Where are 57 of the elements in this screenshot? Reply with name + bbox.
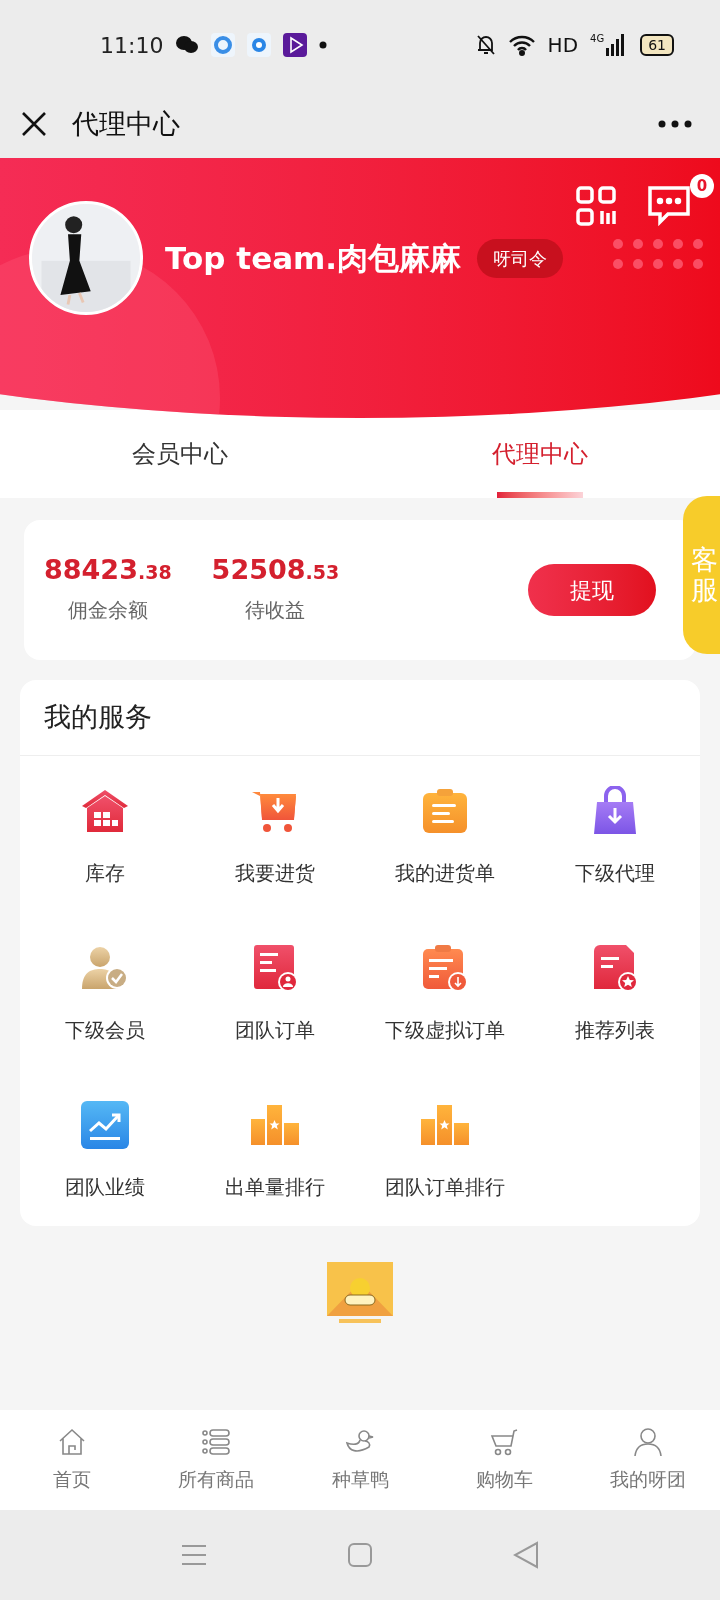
message-count-badge: 0 bbox=[690, 174, 714, 198]
app-icon bbox=[211, 33, 236, 57]
dot-icon bbox=[319, 41, 328, 49]
service-item[interactable]: 出单量排行 bbox=[190, 1100, 360, 1202]
service-item[interactable]: 下级虚拟订单 bbox=[360, 943, 530, 1045]
hd-label: HD bbox=[547, 32, 579, 59]
withdraw-button[interactable]: 提现 bbox=[528, 564, 656, 616]
app-icon bbox=[247, 33, 272, 57]
cart-icon bbox=[489, 1426, 519, 1457]
amount-label: 佣金余额 bbox=[67, 596, 148, 624]
list-icon bbox=[201, 1426, 231, 1457]
wifi-icon bbox=[507, 34, 536, 56]
service-item[interactable]: 下级会员 bbox=[20, 943, 190, 1045]
section-title: 我的服务 bbox=[44, 700, 152, 735]
page-title: 代理中心 bbox=[72, 106, 180, 141]
bell-off-icon bbox=[475, 34, 496, 56]
home-icon bbox=[57, 1426, 87, 1457]
service-item[interactable]: 我的进货单 bbox=[360, 786, 530, 888]
play-app-icon bbox=[283, 33, 308, 57]
back-icon[interactable] bbox=[513, 1541, 539, 1569]
nav-item[interactable]: 购物车 bbox=[432, 1410, 576, 1510]
nav-item[interactable]: 我的呀团 bbox=[576, 1410, 720, 1510]
ranking-icon bbox=[250, 1105, 300, 1145]
nav-item[interactable]: 种草鸭 bbox=[288, 1410, 432, 1510]
battery-level: 61 bbox=[640, 34, 674, 56]
amount: 88423.38 bbox=[44, 555, 172, 583]
service-item[interactable]: 推荐列表 bbox=[530, 943, 700, 1045]
more-icon[interactable] bbox=[658, 120, 692, 128]
clipboard-icon bbox=[420, 787, 470, 835]
trend-chart-icon bbox=[81, 1101, 129, 1149]
service-item[interactable]: 下级代理 bbox=[530, 786, 700, 888]
user-icon bbox=[633, 1426, 663, 1457]
network-label: 4G bbox=[590, 34, 605, 44]
service-item[interactable]: 团队业绩 bbox=[20, 1100, 190, 1202]
service-item[interactable]: 库存 bbox=[20, 786, 190, 888]
menu-icon[interactable] bbox=[181, 1544, 207, 1566]
tab[interactable]: 会员中心 bbox=[0, 410, 360, 498]
bag-download-icon bbox=[592, 786, 638, 836]
nav-item[interactable]: 所有商品 bbox=[144, 1410, 288, 1510]
amount: 52508.53 bbox=[211, 555, 340, 583]
amount-label: 待收益 bbox=[245, 596, 306, 624]
status-time: 11:10 bbox=[100, 31, 164, 60]
ranking-icon bbox=[420, 1105, 470, 1145]
service-item[interactable]: 团队订单排行 bbox=[360, 1100, 530, 1202]
close-icon[interactable] bbox=[20, 110, 48, 138]
message-icon[interactable] bbox=[646, 186, 692, 226]
tab[interactable]: 代理中心 bbox=[360, 410, 720, 498]
service-item[interactable]: 我要进货 bbox=[190, 786, 360, 888]
service-item[interactable]: 团队订单 bbox=[190, 943, 360, 1045]
qr-code-icon[interactable] bbox=[576, 186, 616, 226]
warehouse-icon bbox=[80, 788, 130, 834]
user-name: Top team.肉包麻麻 bbox=[165, 238, 462, 278]
nav-item[interactable]: 首页 bbox=[0, 1410, 144, 1510]
home-square-icon[interactable] bbox=[347, 1542, 373, 1568]
role-tag: 呀司令 bbox=[477, 238, 564, 278]
signal-icon bbox=[606, 34, 625, 56]
chat-bubbles-icon bbox=[175, 35, 200, 55]
